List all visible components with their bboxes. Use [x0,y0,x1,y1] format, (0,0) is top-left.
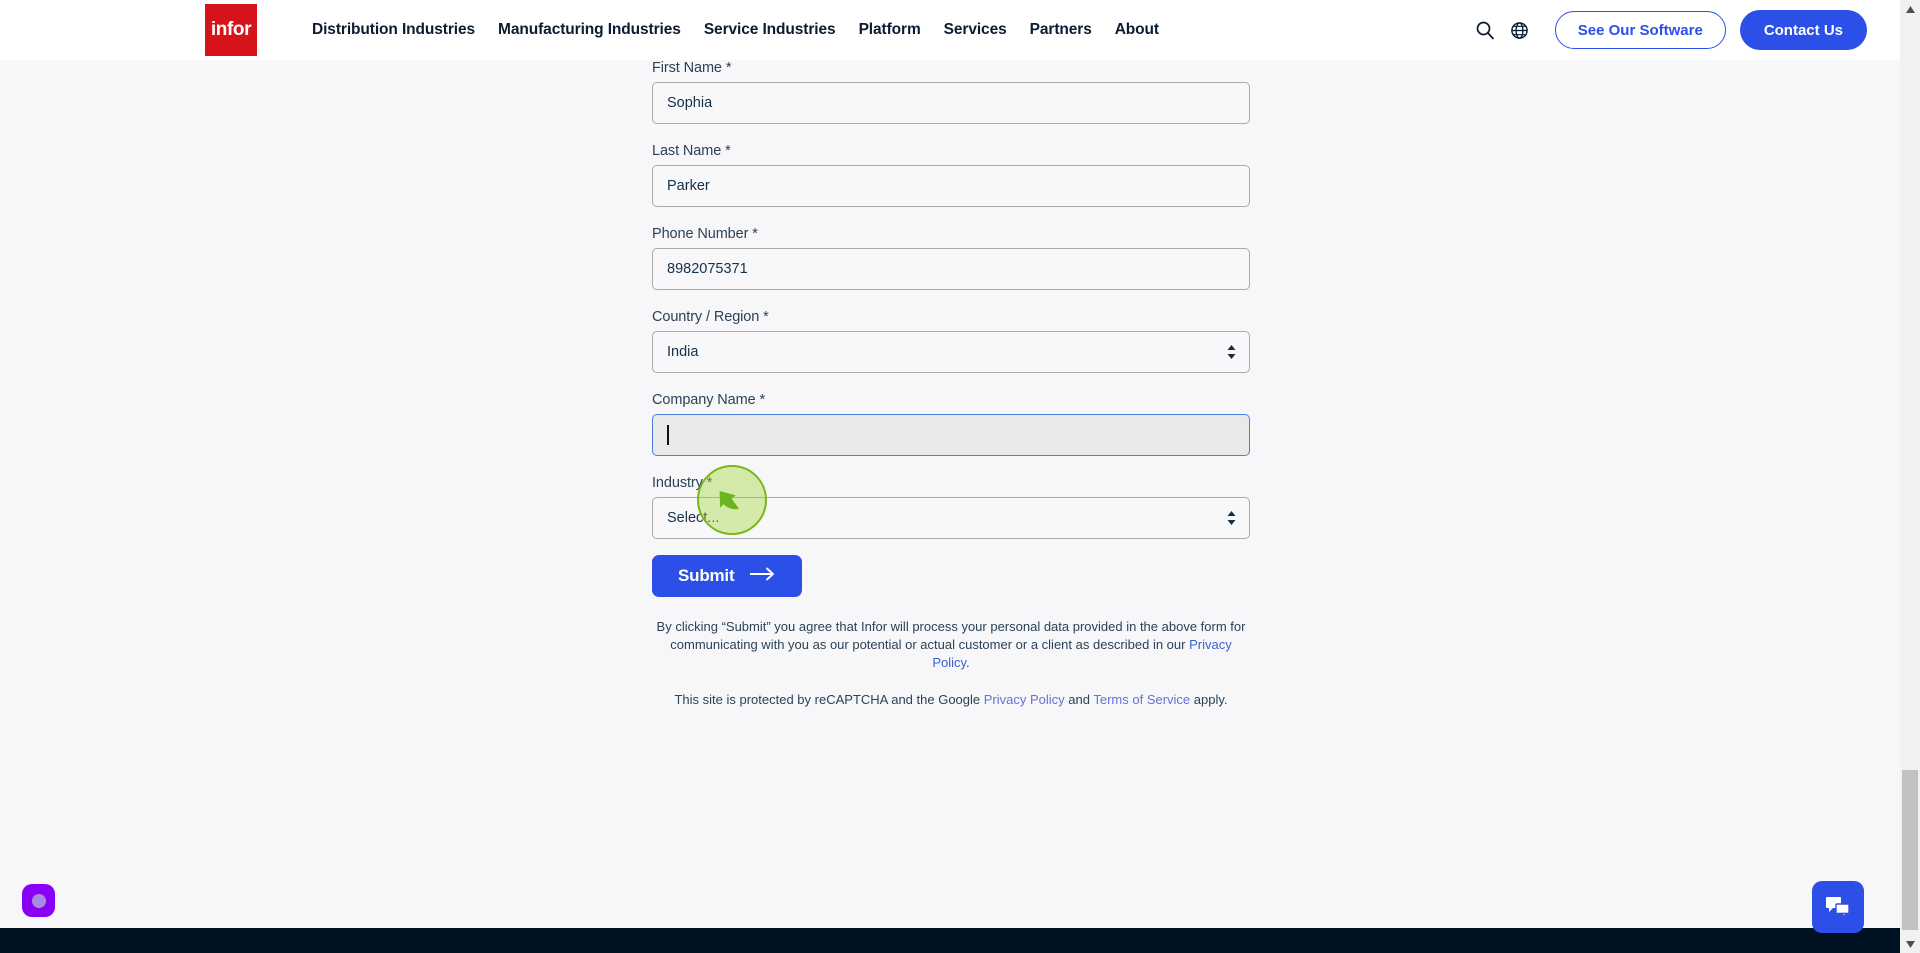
consent-text-part1: By clicking “Submit” you agree that Info… [656,619,1246,652]
contact-us-button[interactable]: Contact Us [1739,10,1867,50]
label-industry-text: Industry [652,475,703,491]
logo-text: infor [210,19,252,40]
contact-form: First Name * Last Name * Phone Number [652,60,1250,707]
required-marker: * [706,475,713,491]
nav-item-services[interactable]: Services [944,21,1007,39]
field-first-name: First Name * [652,60,1250,124]
submit-button-label: Submit [678,566,735,585]
search-icon[interactable] [1470,15,1500,45]
see-our-software-button[interactable]: See Our Software [1554,11,1726,49]
label-first-name-text: First Name [652,60,722,76]
field-company-name: Company Name * [652,392,1250,456]
arrow-right-icon [750,566,776,586]
company-name-input-shell [652,414,1250,456]
chat-bubble-icon[interactable] [1812,881,1864,933]
footer-band [0,928,1900,953]
label-last-name: Last Name * [652,143,1250,159]
nav-item-manufacturing-industries[interactable]: Manufacturing Industries [498,21,681,39]
submit-row: Submit [652,555,1250,597]
last-name-input[interactable] [652,165,1250,207]
label-phone-number-text: Phone Number [652,226,749,242]
nav-item-partners[interactable]: Partners [1030,21,1092,39]
label-industry: Industry * [652,475,1250,491]
country-region-select-shell [652,331,1250,373]
vertical-scrollbar[interactable] [1900,0,1920,953]
field-industry: Industry * [652,475,1250,539]
label-phone-number: Phone Number * [652,226,1250,242]
text-cursor-caret [667,425,669,445]
recaptcha-conjunction: and [1064,691,1094,707]
main-navigation: Distribution Industries Manufacturing In… [312,0,1159,60]
accessibility-widget-dot [31,893,46,908]
consent-text: By clicking “Submit” you agree that Info… [652,618,1250,672]
industry-select-shell [652,497,1250,539]
nav-item-distribution-industries[interactable]: Distribution Industries [312,21,475,39]
first-name-input[interactable] [652,82,1250,124]
page-root: infor Distribution Industries Manufactur… [0,0,1900,953]
google-terms-of-service-link[interactable]: Terms of Service [1093,692,1190,707]
required-marker: * [752,226,758,242]
label-last-name-text: Last Name [652,143,722,159]
label-company-name: Company Name * [652,392,1250,408]
label-country-region-text: Country / Region [652,309,760,325]
required-marker: * [725,60,732,76]
google-privacy-policy-link[interactable]: Privacy Policy [984,692,1065,707]
nav-item-about[interactable]: About [1115,21,1159,39]
content-area: First Name * Last Name * Phone Number [0,60,1900,928]
scrollbar-up-arrow-icon[interactable] [1900,0,1920,18]
label-country-region: Country / Region * [652,309,1250,325]
submit-button[interactable]: Submit [652,555,803,597]
header-actions: See Our Software Contact Us [1470,0,1867,60]
required-marker: * [759,392,766,408]
nav-item-platform[interactable]: Platform [859,21,921,39]
nav-item-service-industries[interactable]: Service Industries [704,21,836,39]
consent-text-part2: . [966,654,970,670]
recaptcha-prefix: This site is protected by reCAPTCHA and … [674,691,984,707]
field-last-name: Last Name * [652,143,1250,207]
industry-select[interactable] [652,497,1250,539]
recaptcha-suffix: apply. [1190,691,1228,707]
required-marker: * [763,309,769,325]
accessibility-widget-icon[interactable] [22,884,55,917]
field-country-region: Country / Region * [652,309,1250,373]
label-company-name-text: Company Name [652,392,756,408]
scrollbar-down-arrow-icon[interactable] [1900,935,1920,953]
infor-logo[interactable]: infor [205,4,257,56]
globe-icon[interactable] [1505,15,1535,45]
field-phone-number: Phone Number * [652,226,1250,290]
required-marker: * [725,143,731,159]
label-first-name: First Name * [652,60,1250,76]
phone-number-input[interactable] [652,248,1250,290]
country-region-select[interactable] [652,331,1250,373]
site-header: infor Distribution Industries Manufactur… [0,0,1900,60]
company-name-input[interactable] [652,414,1250,456]
recaptcha-note: This site is protected by reCAPTCHA and … [652,692,1250,707]
scrollbar-thumb[interactable] [1902,770,1918,930]
